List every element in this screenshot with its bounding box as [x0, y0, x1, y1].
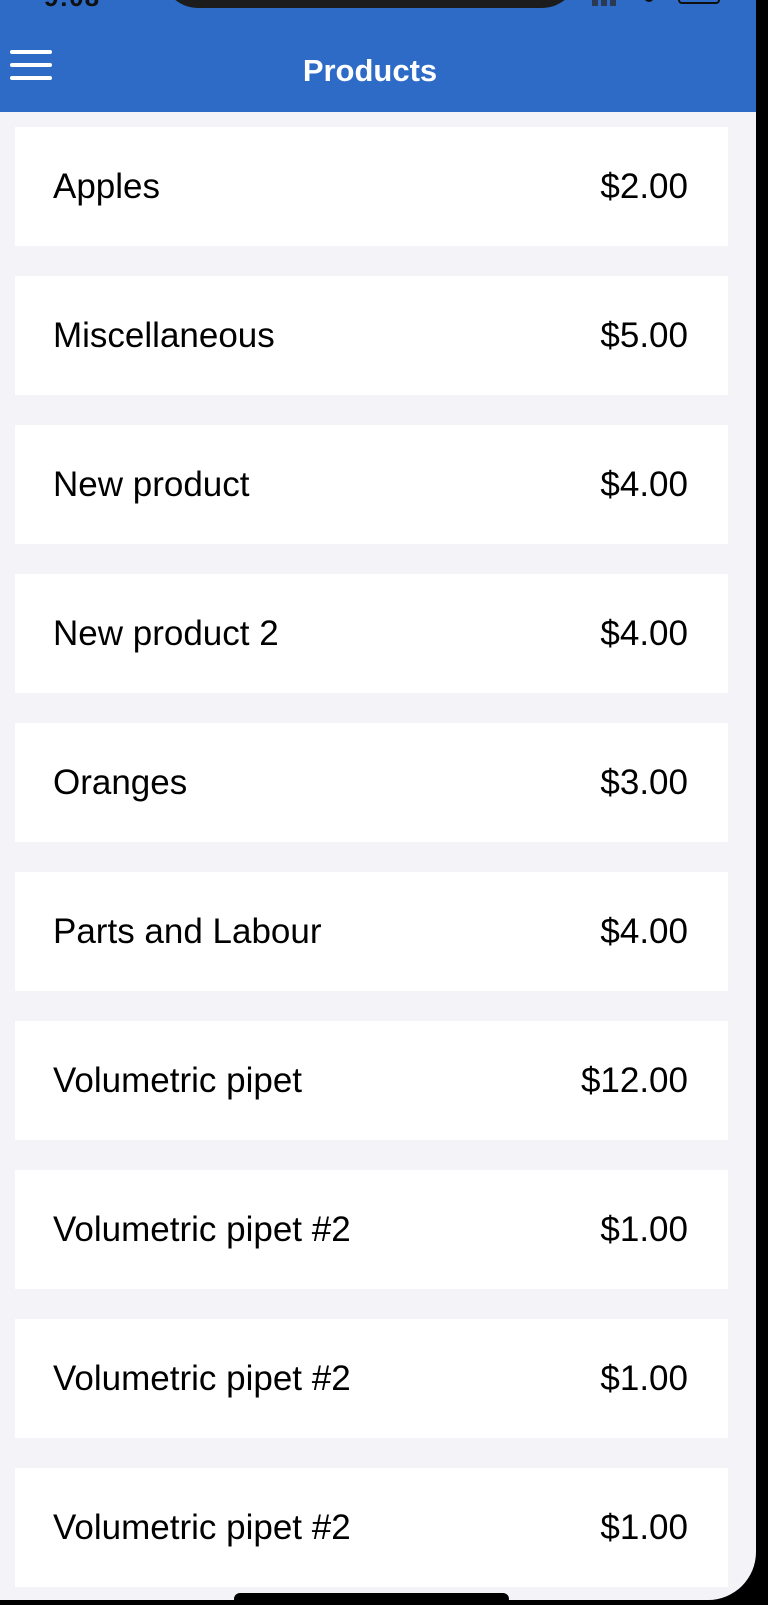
status-icons: [592, 0, 752, 6]
app-screen: 9:08 Products Apples $2.00 Miscellaneous…: [0, 0, 756, 1600]
list-item[interactable]: Apples $2.00: [15, 127, 728, 246]
list-item[interactable]: Volumetric pipet #2 $1.00: [15, 1468, 728, 1587]
list-item[interactable]: New product 2 $4.00: [15, 574, 728, 693]
list-item[interactable]: Parts and Labour $4.00: [15, 872, 728, 991]
product-price: $4.00: [600, 912, 688, 951]
product-price: $3.00: [600, 763, 688, 802]
product-name: Volumetric pipet #2: [53, 1359, 351, 1398]
list-item[interactable]: Miscellaneous $5.00: [15, 276, 728, 395]
list-item[interactable]: Volumetric pipet #2 $1.00: [15, 1170, 728, 1289]
product-price: $4.00: [600, 465, 688, 504]
list-item[interactable]: Volumetric pipet $12.00: [15, 1021, 728, 1140]
product-price: $2.00: [600, 167, 688, 206]
wifi-icon: [644, 0, 654, 2]
product-price: $1.00: [600, 1210, 688, 1249]
list-item[interactable]: Volumetric pipet #2 $1.00: [15, 1319, 728, 1438]
product-price: $4.00: [600, 614, 688, 653]
navigation-bar: 9:08 Products: [0, 0, 756, 112]
product-price: $5.00: [600, 316, 688, 355]
signal-bar: [610, 0, 616, 6]
product-name: New product: [53, 465, 250, 504]
device-notch: [162, 0, 578, 8]
product-name: Volumetric pipet #2: [53, 1210, 351, 1249]
product-price: $1.00: [600, 1359, 688, 1398]
product-name: Apples: [53, 167, 161, 206]
signal-bar: [601, 0, 607, 6]
product-name: Volumetric pipet: [53, 1061, 303, 1100]
product-name: New product 2: [53, 614, 279, 653]
product-price: $1.00: [600, 1508, 688, 1547]
list-item[interactable]: New product $4.00: [15, 425, 728, 544]
product-name: Volumetric pipet #2: [53, 1508, 351, 1547]
page-title: Products: [302, 53, 438, 88]
list-item[interactable]: Oranges $3.00: [15, 723, 728, 842]
signal-icon: [592, 0, 598, 6]
product-name: Miscellaneous: [53, 316, 275, 355]
status-time: 9:08: [44, 0, 124, 12]
home-indicator[interactable]: [234, 1593, 509, 1605]
product-list: Apples $2.00 Miscellaneous $5.00 New pro…: [15, 127, 728, 1600]
product-price: $12.00: [580, 1061, 688, 1100]
product-name: Oranges: [53, 763, 188, 802]
battery-icon: [678, 0, 720, 4]
product-name: Parts and Labour: [53, 912, 322, 951]
